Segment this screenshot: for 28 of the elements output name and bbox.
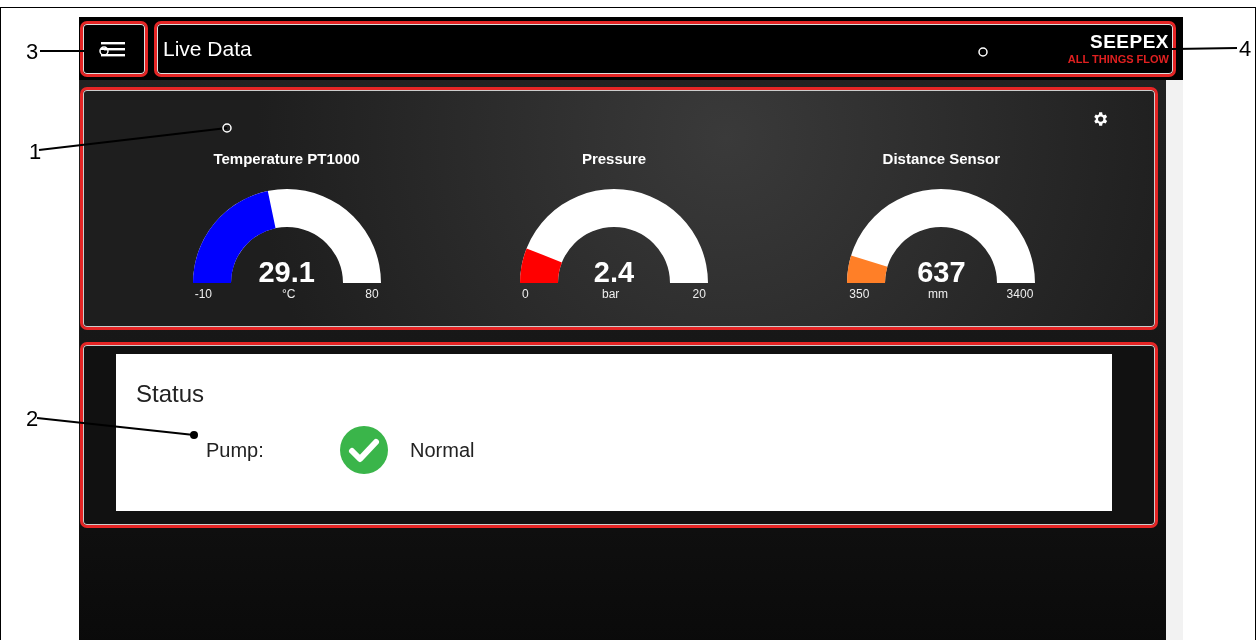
gauge-min: -10 xyxy=(194,287,212,301)
gauge-max: 3400 xyxy=(1006,287,1034,301)
page-title: Live Data xyxy=(163,36,252,61)
gauge-unit: bar xyxy=(601,287,620,301)
menu-icon xyxy=(101,39,127,58)
gauge-min: 350 xyxy=(849,287,870,301)
logo-tagline: ALL THINGS FLOW xyxy=(1067,54,1169,65)
scrollbar[interactable] xyxy=(1166,80,1183,640)
gauge-title: Temperature PT1000 xyxy=(213,150,360,167)
menu-button[interactable] xyxy=(80,20,148,77)
gauge-title: Distance Sensor xyxy=(882,150,1001,167)
gauge-value: 29.1 xyxy=(258,256,315,289)
callout-number: 3 xyxy=(26,41,39,63)
gauge-value: 637 xyxy=(917,256,966,289)
gauge-value: 2.4 xyxy=(593,256,635,289)
gauge-title: Pressure xyxy=(581,150,647,167)
callout-number: 1 xyxy=(29,141,42,163)
status-label: Pump: xyxy=(206,438,265,462)
logo-name: SEEPEX xyxy=(1089,32,1169,51)
gauge-unit: °C xyxy=(281,287,296,301)
gauge-min: 0 xyxy=(522,287,529,301)
gauge-max: 20 xyxy=(692,287,706,301)
gauge-unit: mm xyxy=(928,287,948,301)
status-value: Normal xyxy=(410,438,475,462)
callout-number: 4 xyxy=(1239,38,1252,60)
status-title: Status xyxy=(136,380,206,408)
callout-number: 2 xyxy=(26,408,39,430)
gauge-max: 80 xyxy=(365,287,379,301)
